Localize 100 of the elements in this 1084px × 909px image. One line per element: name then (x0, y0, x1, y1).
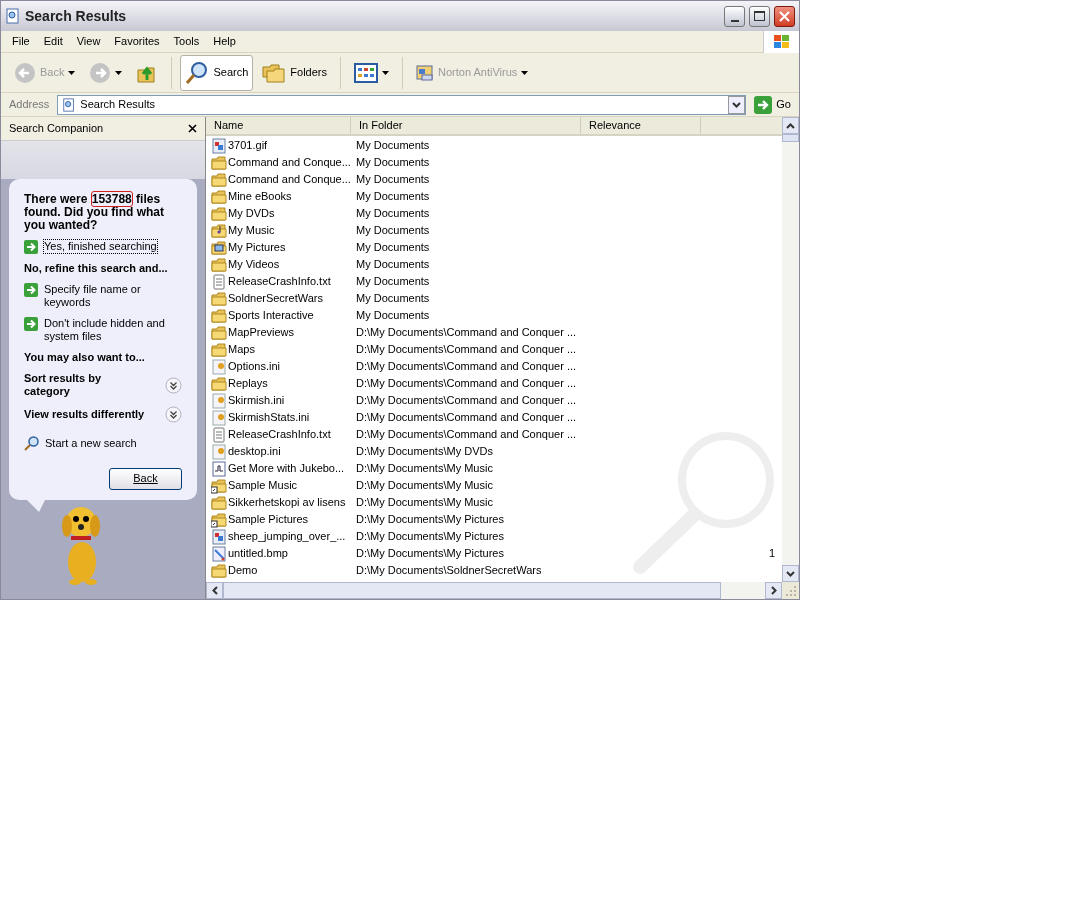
file-name-cell[interactable]: Replays (206, 375, 351, 392)
scroll-thumb[interactable] (782, 134, 799, 142)
music-folder-icon (211, 222, 227, 239)
file-name-cell[interactable]: Get More with Jukebo... (206, 460, 351, 477)
file-name-cell[interactable]: Options.ini (206, 358, 351, 375)
file-name-cell[interactable]: Sample Pictures (206, 511, 351, 528)
file-name-cell[interactable]: Command and Conque... (206, 154, 351, 171)
folder-icon (211, 494, 227, 511)
caret-icon (68, 70, 76, 75)
go-button[interactable]: Go (750, 95, 795, 114)
horizontal-scrollbar[interactable] (206, 582, 782, 599)
folder-cell-text: D:\My Documents\My Music (355, 461, 494, 477)
address-label: Address (8, 97, 51, 113)
vertical-scrollbar[interactable] (782, 117, 799, 582)
folder-icon (211, 324, 227, 341)
column-header[interactable]: In Folder (351, 117, 581, 134)
panel-title: Search Companion (9, 121, 104, 137)
option-link[interactable]: Don't include hidden and system files (24, 317, 182, 343)
file-name-cell[interactable]: Maps (206, 341, 351, 358)
file-name-cell[interactable]: MapPreviews (206, 324, 351, 341)
image-file-icon (211, 528, 227, 545)
file-name-cell[interactable]: Sikkerhetskopi av lisens (206, 494, 351, 511)
file-name-cell[interactable]: SkirmishStats.ini (206, 409, 351, 426)
menu-item[interactable]: Favorites (107, 31, 167, 52)
arrow-icon (24, 317, 38, 331)
menu-item[interactable]: Help (206, 31, 243, 52)
folder-cell-text: D:\My Documents\My DVDs (355, 444, 494, 460)
file-name-cell[interactable]: My DVDs (206, 205, 351, 222)
menu-item[interactable]: Edit (36, 31, 70, 52)
caret-icon (382, 70, 389, 75)
views-grid-icon (354, 62, 378, 83)
close-button[interactable] (774, 5, 795, 27)
shortcut-folder-icon (211, 511, 227, 528)
file-name-cell[interactable]: 3701.gif (206, 137, 351, 154)
address-field[interactable]: Search Results (57, 94, 747, 115)
file-name-cell[interactable]: Sample Music (206, 477, 351, 494)
close-panel-button[interactable] (188, 124, 197, 133)
folder-cell-text: D:\My Documents\My Pictures (355, 546, 505, 562)
folder-cell-text: D:\My Documents\Command and Conquer ... (355, 393, 578, 409)
folder-cell-text: My Documents (355, 189, 431, 205)
file-name-cell[interactable]: My Pictures (206, 239, 351, 256)
new-search-link[interactable]: Start a new search (24, 431, 182, 452)
file-name-cell[interactable]: Skirmish.ini (206, 392, 351, 409)
norton-window-icon (416, 63, 434, 82)
folder-cell-text: My Documents (355, 240, 431, 256)
file-name-cell[interactable]: Demo (206, 562, 351, 579)
maximize-button[interactable] (749, 5, 770, 27)
folder-cell-text: My Documents (355, 223, 431, 239)
menu-item[interactable]: File (5, 31, 37, 52)
folder-cell-text: D:\My Documents\Command and Conquer ... (355, 342, 578, 358)
menu-item[interactable]: Tools (166, 31, 207, 52)
settings-file-icon (211, 443, 227, 460)
caret-icon (115, 70, 123, 75)
back-button[interactable]: Back (109, 467, 182, 490)
folder-cell-text: D:\My Documents\Command and Conquer ... (355, 410, 578, 426)
column-header[interactable]: Name (206, 117, 351, 134)
scroll-left-icon (211, 586, 218, 595)
size-grip-icon[interactable] (782, 582, 799, 599)
folder-cell-text: My Documents (355, 206, 431, 222)
search-icon (185, 60, 210, 85)
table-cell-text: 1 (769, 546, 776, 562)
option-link[interactable]: Yes, finished searching (24, 240, 182, 254)
file-name-cell[interactable]: ReleaseCrashInfo.txt (206, 426, 351, 443)
shortcut-folder-icon (211, 477, 227, 494)
results-message: There were 153788 files found. Did you find what you wanted? (24, 193, 165, 232)
folder-cell-text: D:\My Documents\Command and Conquer ... (355, 359, 578, 375)
option-link[interactable]: Specify file name or keywords (24, 283, 182, 309)
file-name-cell[interactable]: Mine eBooks (206, 188, 351, 205)
expander-option[interactable]: View results differently (24, 406, 182, 423)
file-name-cell[interactable]: desktop.ini (206, 443, 351, 460)
scroll-right-icon (770, 586, 777, 595)
image-file-icon (211, 137, 227, 154)
picture-folder-icon (211, 239, 227, 256)
settings-file-icon (211, 358, 227, 375)
file-name-cell[interactable]: My Videos (206, 256, 351, 273)
menu-item[interactable]: View (69, 31, 108, 52)
file-name-cell[interactable]: sheep_jumping_over_... (206, 528, 351, 545)
file-name-cell[interactable]: untitled.bmp (206, 545, 351, 562)
text-file-icon (211, 273, 227, 290)
file-name-cell[interactable]: SoldnerSecretWars (206, 290, 351, 307)
file-name-cell[interactable]: ReleaseCrashInfo.txt (206, 273, 351, 290)
audio-file-icon (211, 460, 227, 477)
expander-option[interactable]: Sort results by category (24, 372, 182, 398)
folder-icon (211, 375, 227, 392)
folder-icon (211, 290, 227, 307)
folder-icon (211, 154, 227, 171)
column-header[interactable]: Relevance (581, 117, 701, 134)
folder-icon (211, 256, 227, 273)
folder-cell-text: My Documents (355, 308, 431, 324)
minimize-button[interactable] (724, 5, 745, 27)
file-name-cell[interactable]: Command and Conque... (206, 171, 351, 188)
file-name-cell[interactable]: Sports Interactive (206, 307, 351, 324)
search-icon (24, 435, 39, 451)
search-button[interactable]: Search (180, 54, 254, 91)
folder-cell-text: My Documents (355, 257, 431, 273)
file-name-cell[interactable]: My Music (206, 222, 351, 239)
folders-icon (262, 61, 287, 84)
arrow-icon (24, 240, 38, 254)
folders-button[interactable]: Folders (257, 54, 332, 91)
section-heading: You may also want to... (24, 351, 146, 364)
